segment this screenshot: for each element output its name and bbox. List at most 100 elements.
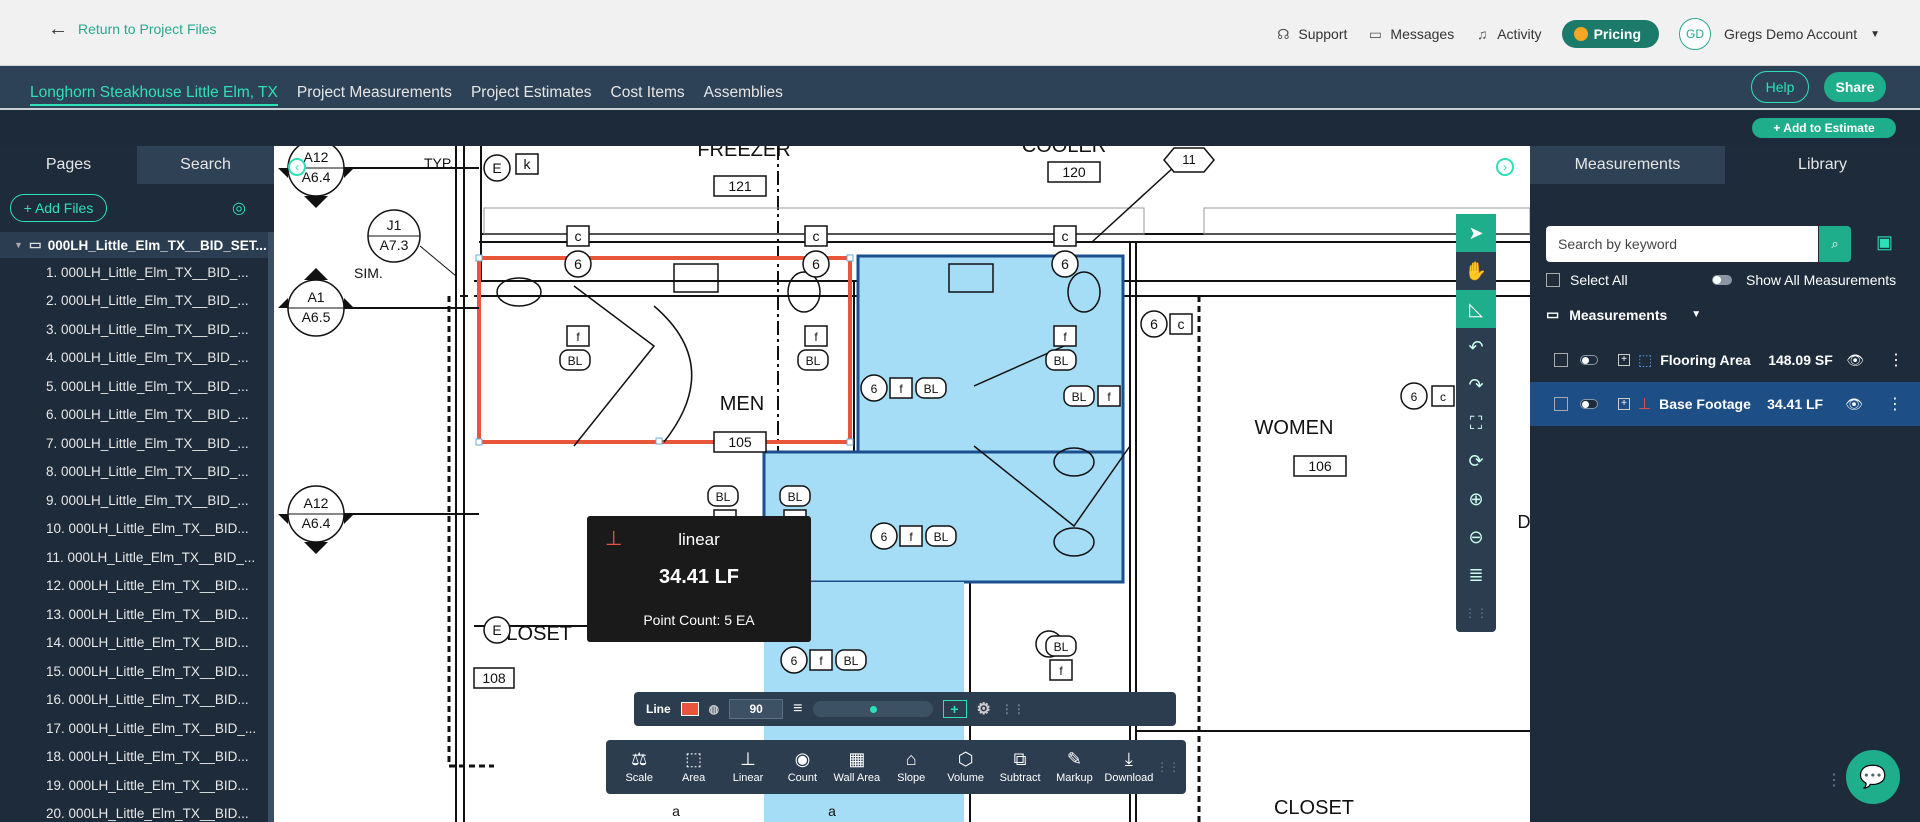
measurements-folder[interactable]: ▭ Measurements ▼: [1546, 306, 1701, 323]
settings-icon[interactable]: ⚙: [977, 699, 991, 719]
add-icon[interactable]: +: [942, 700, 967, 718]
opacity-icon[interactable]: ◍: [709, 702, 719, 716]
redo-icon[interactable]: ↷: [1456, 366, 1496, 404]
page-item[interactable]: 5. 000LH_Little_Elm_TX__BID_...: [0, 372, 270, 401]
expand-icon[interactable]: +: [1618, 398, 1630, 410]
opacity-slider[interactable]: [812, 701, 933, 717]
messages-link[interactable]: ▭ Messages: [1367, 26, 1454, 43]
line-style-icon[interactable]: ≡: [793, 700, 802, 718]
more-icon[interactable]: ⋮: [1888, 350, 1904, 370]
tab-library[interactable]: Library: [1725, 146, 1920, 184]
tab-measurements[interactable]: Measurements: [1530, 146, 1725, 184]
count-button[interactable]: ◉ Count: [775, 750, 829, 784]
support-link[interactable]: ☊ Support: [1275, 26, 1347, 43]
search-input[interactable]: Search by keyword: [1546, 226, 1818, 262]
tab-project-estimates[interactable]: Project Estimates: [471, 84, 592, 106]
tab-project[interactable]: Longhorn Steakhouse Little Elm, TX: [30, 84, 278, 106]
expand-icon[interactable]: +: [1618, 354, 1630, 366]
grip-icon[interactable]: ⋮⋮: [1456, 594, 1496, 632]
eye-icon[interactable]: 👁: [1846, 352, 1864, 369]
grip-icon[interactable]: ⋮⋮: [1156, 760, 1180, 774]
top-right-menu: ☊ Support ▭ Messages ♫ Activity Pricing GD …: [1275, 18, 1880, 50]
page-item[interactable]: 18. 000LH_Little_Elm_TX__BID...: [0, 743, 270, 772]
measurement-row[interactable]: + ⊥ Base Footage 34.41 LF 👁 ⋮: [1530, 382, 1920, 426]
account-menu[interactable]: GD Gregs Demo Account ▼: [1679, 18, 1880, 50]
next-page-icon[interactable]: ›: [1496, 158, 1514, 176]
line-color-swatch[interactable]: [680, 702, 699, 716]
row-checkbox[interactable]: [1554, 397, 1568, 411]
page-item[interactable]: 13. 000LH_Little_Elm_TX__BID...: [0, 600, 270, 629]
wall-area-button[interactable]: ▦ Wall Area: [830, 750, 884, 784]
page-item[interactable]: 9. 000LH_Little_Elm_TX__BID_...: [0, 486, 270, 515]
visibility-toggle[interactable]: [1580, 399, 1598, 409]
tab-cost-items[interactable]: Cost Items: [611, 84, 685, 106]
add-to-estimate-button[interactable]: + Add to Estimate: [1752, 118, 1896, 138]
tab-pages[interactable]: Pages: [0, 146, 137, 184]
page-item[interactable]: 15. 000LH_Little_Elm_TX__BID...: [0, 657, 270, 686]
page-item[interactable]: 19. 000LH_Little_Elm_TX__BID...: [0, 771, 270, 800]
pan-tool-icon[interactable]: ✋: [1456, 252, 1496, 290]
volume-button[interactable]: ⬡ Volume: [938, 750, 992, 784]
download-button[interactable]: ⤓ Download: [1102, 750, 1156, 784]
linear-button[interactable]: ⊥ Linear: [721, 750, 775, 784]
layers-icon[interactable]: ≣: [1456, 556, 1496, 594]
add-files-button[interactable]: + Add Files: [10, 194, 107, 222]
return-to-project-files-link[interactable]: ← Return to Project Files: [48, 18, 217, 40]
arrow-left-icon: ←: [48, 18, 68, 40]
fit-screen-icon[interactable]: ⛶: [1456, 404, 1496, 442]
search-icon[interactable]: ⌕: [1819, 226, 1851, 262]
page-item[interactable]: 14. 000LH_Little_Elm_TX__BID...: [0, 629, 270, 658]
markup-button[interactable]: ✎ Markup: [1047, 750, 1101, 784]
undo-icon[interactable]: ↶: [1456, 328, 1496, 366]
more-icon[interactable]: ⋮: [1887, 394, 1903, 414]
tab-search[interactable]: Search: [137, 146, 274, 184]
plan-tag: 6: [1150, 316, 1158, 332]
row-checkbox[interactable]: [1554, 353, 1568, 367]
show-all-toggle[interactable]: [1712, 275, 1732, 285]
page-item[interactable]: 20. 000LH_Little_Elm_TX__BID...: [0, 800, 270, 822]
scale-button[interactable]: ⚖ Scale: [612, 750, 666, 784]
measure-tool-icon[interactable]: ◺: [1456, 290, 1496, 328]
page-item[interactable]: 12. 000LH_Little_Elm_TX__BID...: [0, 572, 270, 601]
area-button[interactable]: ⬚ Area: [666, 750, 720, 784]
rotate-icon[interactable]: ⟳: [1456, 442, 1496, 480]
page-item[interactable]: 3. 000LH_Little_Elm_TX__BID_...: [0, 315, 270, 344]
visibility-toggle[interactable]: [1580, 355, 1598, 365]
help-button[interactable]: Help: [1751, 71, 1809, 103]
pricing-button[interactable]: Pricing: [1561, 20, 1660, 48]
tab-assemblies[interactable]: Assemblies: [704, 84, 783, 106]
page-item[interactable]: 17. 000LH_Little_Elm_TX__BID_...: [0, 714, 270, 743]
zoom-in-icon[interactable]: ⊕: [1456, 480, 1496, 518]
subtract-button[interactable]: ⧉ Subtract: [993, 750, 1047, 784]
grip-icon[interactable]: ⋮⋮: [1001, 702, 1025, 716]
show-all-measurements[interactable]: Show All Measurements: [1712, 272, 1896, 288]
count-label: Count: [787, 772, 818, 784]
line-width-input[interactable]: 90: [729, 699, 784, 719]
prev-page-icon[interactable]: ‹: [288, 158, 306, 176]
measurement-row[interactable]: + ⬚ Flooring Area 148.09 SF 👁 ⋮: [1530, 338, 1920, 382]
tab-project-measurements[interactable]: Project Measurements: [297, 84, 452, 106]
page-item[interactable]: 10. 000LH_Little_Elm_TX__BID...: [0, 515, 270, 544]
drawing-canvas[interactable]: 11 A12 A6.4 J1 A7.3 A1 A6.5 A12 A6.4 TYP…: [274, 146, 1530, 822]
zoom-out-icon[interactable]: ⊖: [1456, 518, 1496, 556]
page-item[interactable]: 16. 000LH_Little_Elm_TX__BID...: [0, 686, 270, 715]
share-button[interactable]: Share: [1824, 72, 1886, 102]
page-item[interactable]: 4. 000LH_Little_Elm_TX__BID_...: [0, 344, 270, 373]
slope-button[interactable]: ⌂ Slope: [884, 750, 938, 784]
add-folder-icon[interactable]: ▣: [1876, 232, 1893, 253]
eye-icon[interactable]: 👁: [1845, 396, 1863, 413]
caret-down-icon[interactable]: ▼: [1691, 309, 1701, 320]
select-tool-icon[interactable]: ➤: [1456, 214, 1496, 252]
select-all[interactable]: Select All: [1546, 272, 1628, 288]
folder-root[interactable]: ▼ ▭ 000LH_Little_Elm_TX__BID_SET...: [0, 232, 270, 258]
page-item[interactable]: 7. 000LH_Little_Elm_TX__BID_...: [0, 429, 270, 458]
chat-icon[interactable]: 💬: [1846, 750, 1900, 804]
page-item[interactable]: 11. 000LH_Little_Elm_TX__BID_...: [0, 543, 270, 572]
select-all-checkbox[interactable]: [1546, 273, 1560, 287]
page-item[interactable]: 8. 000LH_Little_Elm_TX__BID_...: [0, 458, 270, 487]
page-item[interactable]: 2. 000LH_Little_Elm_TX__BID_...: [0, 287, 270, 316]
page-item[interactable]: 1. 000LH_Little_Elm_TX__BID_...: [0, 258, 270, 287]
activity-link[interactable]: ♫ Activity: [1474, 26, 1542, 42]
eye-off-icon[interactable]: ◎: [232, 198, 246, 218]
page-item[interactable]: 6. 000LH_Little_Elm_TX__BID_...: [0, 401, 270, 430]
